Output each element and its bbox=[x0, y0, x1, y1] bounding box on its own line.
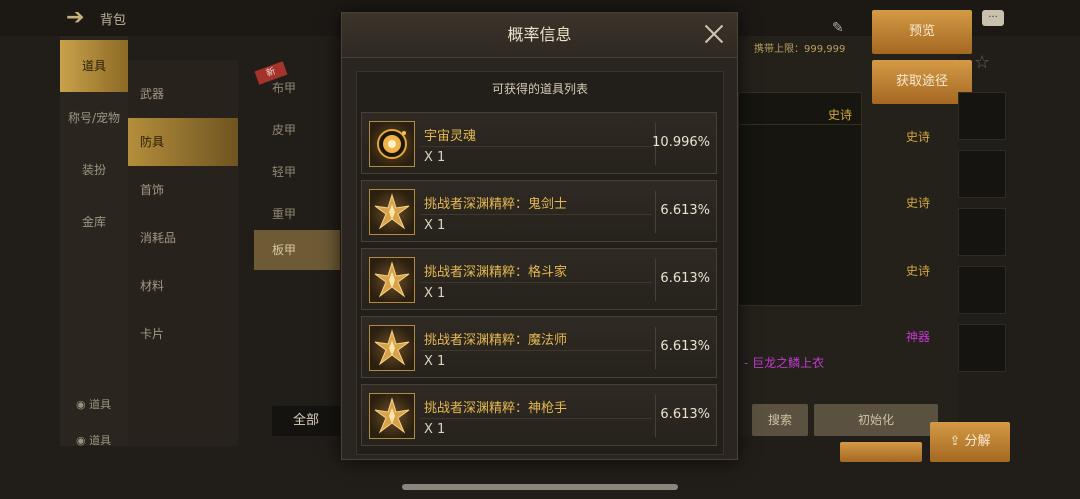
abyss-essence-icon bbox=[369, 189, 415, 235]
divider bbox=[420, 418, 652, 419]
abyss-essence-icon bbox=[369, 257, 415, 303]
armor-plate[interactable]: 板甲 bbox=[254, 230, 340, 270]
left-nav: 道具 称号/宠物 装扮 金库 bbox=[60, 36, 128, 446]
bottom-link-2[interactable]: ◉ 道具 bbox=[76, 432, 111, 448]
edit-icon[interactable]: ✎ bbox=[832, 20, 850, 36]
inventory-slot[interactable] bbox=[958, 150, 1006, 198]
decompose-label: 分解 bbox=[964, 434, 991, 449]
bottom-link-1[interactable]: ◉ 道具 bbox=[76, 396, 111, 412]
category-consumable[interactable]: 消耗品 bbox=[128, 214, 238, 262]
divider bbox=[420, 350, 652, 351]
inventory-slot[interactable] bbox=[958, 324, 1006, 372]
capacity-value: 999,999 bbox=[804, 44, 846, 55]
item-name: 挑战者深渊精粹：魔法师 bbox=[424, 333, 568, 348]
rarity-label-legend: 神器 bbox=[906, 330, 931, 344]
drop-probability: 10.996% bbox=[652, 135, 710, 150]
inventory-slot[interactable] bbox=[958, 266, 1006, 314]
bottom-link-2-label: 道具 bbox=[89, 434, 112, 447]
rarity-label: 史诗 bbox=[828, 108, 853, 122]
abyss-essence-icon bbox=[369, 393, 415, 439]
list-title: 可获得的道具列表 bbox=[491, 82, 588, 96]
dialog-header: 概率信息 bbox=[342, 13, 737, 58]
item-quantity: X 1 bbox=[424, 422, 446, 437]
nav-item-items[interactable]: 道具 bbox=[60, 40, 128, 92]
decompose-button[interactable]: ⇪ 分解 bbox=[930, 422, 1010, 462]
category-weapon[interactable]: 武器 bbox=[128, 70, 238, 118]
home-indicator[interactable] bbox=[402, 484, 678, 490]
list-item[interactable]: 挑战者深渊精粹：格斗家 X 1 6.613% bbox=[361, 248, 717, 310]
capacity-info: 携带上限：999,999 bbox=[754, 40, 845, 55]
item-name: 挑战者深渊精粹：鬼剑士 bbox=[424, 197, 568, 212]
list-item[interactable]: 挑战者深渊精粹：鬼剑士 X 1 6.613% bbox=[361, 180, 717, 242]
inventory-slot[interactable] bbox=[958, 208, 1006, 256]
close-icon[interactable] bbox=[701, 21, 727, 47]
divider bbox=[420, 146, 652, 147]
star-icon[interactable]: ☆ bbox=[974, 52, 990, 73]
divider bbox=[420, 214, 652, 215]
action-button[interactable] bbox=[840, 442, 922, 462]
abyss-essence-icon bbox=[369, 325, 415, 371]
capacity-label: 携带上限： bbox=[754, 44, 804, 55]
back-arrow-icon[interactable]: ➔ bbox=[66, 6, 92, 30]
category-card[interactable]: 卡片 bbox=[128, 310, 238, 358]
chat-bubble-icon[interactable]: ··· bbox=[982, 10, 1004, 26]
rarity-label: 史诗 bbox=[906, 264, 931, 278]
drop-probability: 6.613% bbox=[660, 339, 710, 354]
obtainable-items-list: 可获得的道具列表 宇宙灵魂 X 1 10.996% 挑战者深渊精粹：鬼剑士 X … bbox=[356, 71, 724, 455]
inventory-slot[interactable] bbox=[958, 92, 1006, 140]
armor-heavy[interactable]: 重甲 bbox=[254, 194, 340, 234]
nav-item-vault[interactable]: 金库 bbox=[60, 196, 128, 248]
reset-button[interactable]: 初始化 bbox=[814, 404, 938, 436]
item-quantity: X 1 bbox=[424, 150, 446, 165]
item-quantity: X 1 bbox=[424, 354, 446, 369]
list-item[interactable]: 挑战者深渊精粹：魔法师 X 1 6.613% bbox=[361, 316, 717, 378]
armor-cloth[interactable]: 布甲 bbox=[254, 68, 340, 108]
category-nav: 武器 防具 首饰 消耗品 材料 卡片 bbox=[128, 60, 238, 446]
obtain-route-button[interactable]: 获取途径 bbox=[872, 60, 972, 104]
dialog-title: 概率信息 bbox=[507, 25, 572, 44]
legend-item-name[interactable]: - 巨龙之鳞上衣 bbox=[744, 354, 824, 371]
bottom-link-1-label: 道具 bbox=[89, 398, 112, 411]
armor-light[interactable]: 轻甲 bbox=[254, 152, 340, 192]
list-item[interactable]: 挑战者深渊精粹：神枪手 X 1 6.613% bbox=[361, 384, 717, 446]
item-quantity: X 1 bbox=[424, 286, 446, 301]
category-armor[interactable]: 防具 bbox=[128, 118, 238, 166]
rarity-label: 史诗 bbox=[906, 196, 931, 210]
item-name: 挑战者深渊精粹：神枪手 bbox=[424, 401, 568, 416]
list-item[interactable]: 宇宙灵魂 X 1 10.996% bbox=[361, 112, 717, 174]
drop-probability: 6.613% bbox=[660, 271, 710, 286]
armor-type-nav: 布甲 皮甲 轻甲 重甲 板甲 bbox=[240, 68, 340, 398]
cosmic-soul-icon bbox=[369, 121, 415, 167]
all-button[interactable]: 全部 bbox=[272, 406, 340, 436]
rarity-label: 史诗 bbox=[906, 130, 931, 144]
category-accessory[interactable]: 首饰 bbox=[128, 166, 238, 214]
drop-probability: 6.613% bbox=[660, 203, 710, 218]
nav-item-titles[interactable]: 称号/宠物 bbox=[60, 92, 128, 144]
item-list-area bbox=[738, 124, 862, 306]
page-title: 背包 bbox=[100, 13, 127, 28]
search-button[interactable]: 搜索 bbox=[752, 404, 808, 436]
preview-button[interactable]: 预览 bbox=[872, 10, 972, 54]
drop-probability: 6.613% bbox=[660, 407, 710, 422]
divider bbox=[420, 282, 652, 283]
item-quantity: X 1 bbox=[424, 218, 446, 233]
probability-info-dialog: 概率信息 可获得的道具列表 宇宙灵魂 X 1 10.996% 挑战者深渊精粹：鬼… bbox=[341, 12, 738, 460]
category-material[interactable]: 材料 bbox=[128, 262, 238, 310]
item-name: 挑战者深渊精粹：格斗家 bbox=[424, 265, 568, 280]
nav-item-avatar[interactable]: 装扮 bbox=[60, 144, 128, 196]
armor-leather[interactable]: 皮甲 bbox=[254, 110, 340, 150]
item-name: 宇宙灵魂 bbox=[424, 129, 477, 144]
